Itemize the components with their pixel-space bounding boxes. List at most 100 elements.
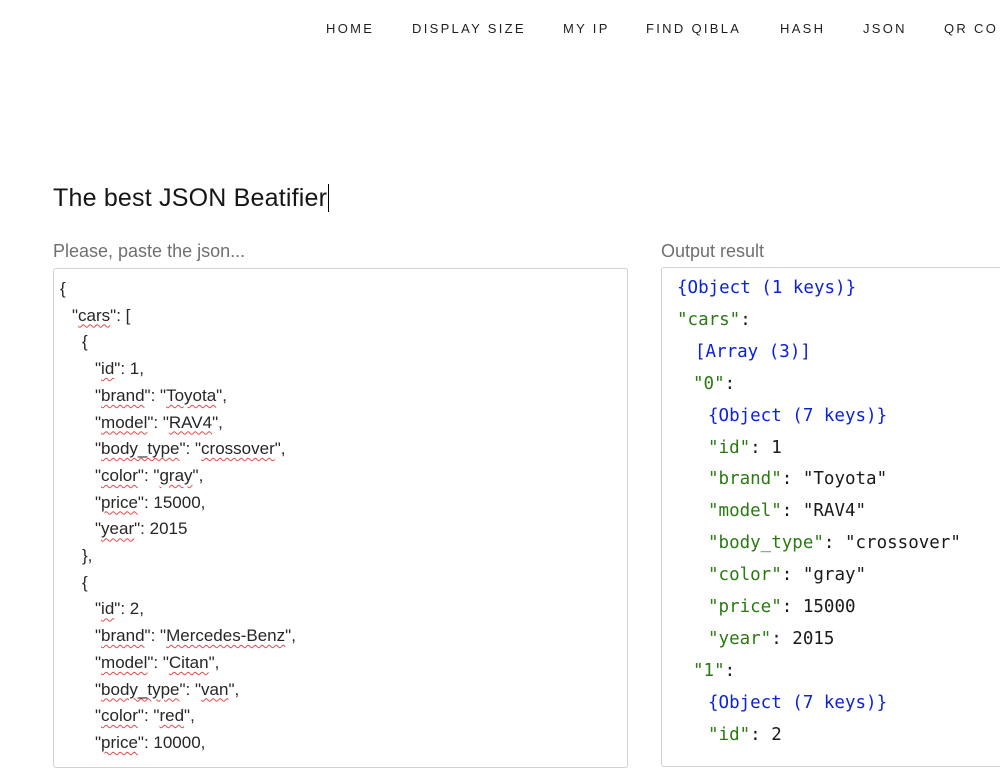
json-value: 2 xyxy=(771,724,782,745)
spellcheck-word: price xyxy=(101,492,138,512)
nav-hash[interactable]: HASH xyxy=(780,21,825,36)
spellcheck-word: model xyxy=(101,652,148,672)
output-line: "year": 2015 xyxy=(708,629,834,649)
output-line: "0": xyxy=(693,374,735,394)
json-value: 1 xyxy=(771,437,782,458)
output-label: Output result xyxy=(661,241,765,261)
key-separator: : xyxy=(740,309,751,330)
json-value: "Toyota" xyxy=(802,469,888,490)
key-separator: : xyxy=(771,628,793,649)
input-line: { xyxy=(82,332,88,352)
spellcheck-word: crossover xyxy=(201,439,275,459)
input-line: "body_type": "van", xyxy=(95,679,240,699)
spellcheck-word: brand xyxy=(101,626,145,646)
key-separator: : xyxy=(781,501,803,522)
page-title-text: The best JSON Beatifier xyxy=(53,184,328,212)
key-separator: : xyxy=(781,597,803,617)
type-annotation: {Object (1 keys)} xyxy=(677,278,857,298)
spellcheck-word: price xyxy=(101,732,138,752)
nav-json[interactable]: JSON xyxy=(863,21,907,36)
output-line: "price": 15000 xyxy=(708,597,856,617)
input-line: "brand": "Mercedes-Benz", xyxy=(95,626,296,646)
spellcheck-word: color xyxy=(101,465,138,485)
output-line: "body_type": "crossover" xyxy=(708,533,961,553)
type-annotation: [Array (3)] xyxy=(695,341,811,362)
type-annotation: {Object (7 keys)} xyxy=(708,692,888,713)
spellcheck-word: Toyota xyxy=(166,385,217,405)
json-value: "crossover" xyxy=(844,533,961,554)
input-line: { xyxy=(82,572,88,592)
output-line: "cars": xyxy=(677,310,751,330)
spellcheck-word: year xyxy=(101,519,135,539)
input-line: "model": "Citan", xyxy=(95,652,220,672)
nav-my-ip[interactable]: MY IP xyxy=(563,21,610,36)
key-separator: : xyxy=(724,373,736,394)
text-caret xyxy=(328,184,330,212)
json-key: "price" xyxy=(708,597,782,617)
output-line: {Object (7 keys)} xyxy=(708,693,887,713)
output-line: {Object (1 keys)} xyxy=(677,278,856,298)
key-separator: : xyxy=(781,565,803,586)
input-line: "year": 2015 xyxy=(95,519,188,539)
json-key: "color" xyxy=(708,565,782,586)
input-line: "cars": [ xyxy=(72,305,131,325)
output-line: {Object (7 keys)} xyxy=(708,406,887,426)
output-line: "color": "gray" xyxy=(708,565,866,585)
key-separator: : xyxy=(724,660,736,681)
output-line: "id": 1 xyxy=(708,438,782,458)
type-annotation: {Object (7 keys)} xyxy=(708,405,888,426)
json-key: "year" xyxy=(708,628,772,649)
spellcheck-word: van xyxy=(201,679,229,699)
input-line: { xyxy=(60,279,66,298)
input-line: "price": 15000, xyxy=(95,492,206,512)
output-line: "1": xyxy=(693,661,735,681)
spellcheck-word: body_type xyxy=(101,679,180,699)
json-value: "RAV4" xyxy=(802,501,867,522)
spellcheck-word: model xyxy=(101,412,148,432)
input-label: Please, paste the json... xyxy=(53,241,246,261)
input-line: "id": 1, xyxy=(95,359,144,379)
spellcheck-word: color xyxy=(101,706,138,726)
json-input-textarea[interactable]: { "cars": [ { "id": 1, "brand": "Toyota", "mo… xyxy=(53,268,628,768)
key-separator: : xyxy=(750,437,772,458)
spellcheck-word: red xyxy=(159,706,185,726)
input-line: }, xyxy=(82,546,93,565)
output-line: [Array (3)] xyxy=(695,342,811,362)
json-key: "0" xyxy=(693,373,725,394)
input-line: "color": "gray", xyxy=(95,465,204,485)
json-value: 15000 xyxy=(802,597,856,617)
key-separator: : xyxy=(750,724,772,745)
input-line: "body_type": "crossover", xyxy=(95,439,286,459)
nav-home[interactable]: HOME xyxy=(326,21,374,36)
top-navigation: HOME DISPLAY SIZE MY IP FIND QIBLA HASH … xyxy=(0,0,1000,60)
spellcheck-word: RAV4 xyxy=(168,412,213,432)
spellcheck-word: cars xyxy=(78,305,111,325)
json-output-panel: {Object (1 keys)} "cars": [Array (3)] "0": {… xyxy=(661,267,1000,767)
input-line: "brand": "Toyota", xyxy=(95,385,227,405)
json-key: "brand" xyxy=(708,469,782,490)
input-line: "model": "RAV4", xyxy=(95,412,223,432)
output-line: "brand": "Toyota" xyxy=(708,469,887,489)
output-line: "id": 2 xyxy=(708,725,782,745)
nav-find-qibla[interactable]: FIND QIBLA xyxy=(646,21,741,36)
input-line: "color": "red", xyxy=(95,706,195,726)
spellcheck-word: id xyxy=(101,359,115,379)
nav-display-size[interactable]: DISPLAY SIZE xyxy=(412,21,526,36)
spellcheck-word: brand xyxy=(101,385,145,405)
spellcheck-word: body_type xyxy=(101,439,180,459)
key-separator: : xyxy=(823,533,845,554)
spellcheck-word: gray xyxy=(159,465,193,485)
json-key: "id" xyxy=(708,437,751,458)
key-separator: : xyxy=(781,469,803,490)
output-line: "model": "RAV4" xyxy=(708,501,866,521)
spellcheck-word: id xyxy=(101,599,115,619)
json-key: "cars" xyxy=(677,309,741,330)
json-key: "model" xyxy=(708,501,782,522)
spellcheck-word: Citan xyxy=(168,652,209,672)
json-key: "body_type" xyxy=(708,533,824,554)
nav-qr-code[interactable]: QR CO xyxy=(944,21,998,36)
json-key: "1" xyxy=(693,660,725,681)
spellcheck-word: Mercedes-Benz xyxy=(166,626,286,646)
json-value: 2015 xyxy=(792,628,835,649)
json-key: "id" xyxy=(708,724,751,745)
